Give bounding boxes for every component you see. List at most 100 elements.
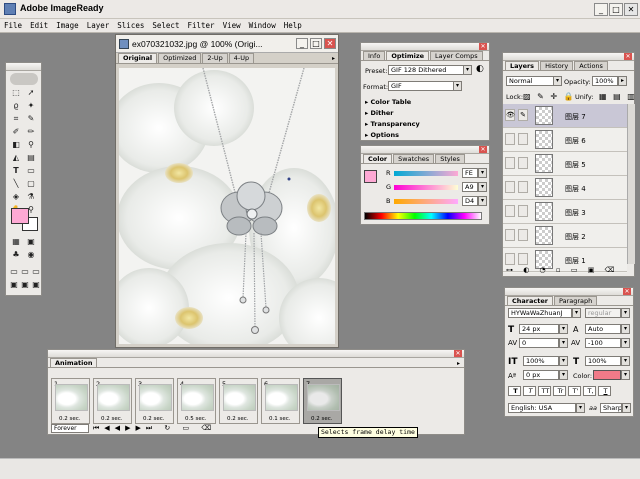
menu-layer[interactable]: Layer (87, 21, 110, 30)
section-dither[interactable]: ▸ Dither (365, 109, 394, 117)
rollover-preview-icon[interactable]: ♣ (10, 249, 22, 260)
layers-scrollbar[interactable] (627, 104, 635, 264)
link-box[interactable] (518, 253, 528, 265)
format-select[interactable]: GIF (388, 81, 454, 91)
character-panel-header[interactable]: ✕ (505, 288, 633, 296)
section-options[interactable]: ▸ Options (365, 131, 399, 139)
layer-row-6[interactable]: 图层 6 (503, 128, 627, 152)
text-color-swatch[interactable] (593, 370, 621, 380)
horizontal-scale-field[interactable]: 100% (585, 356, 621, 366)
menu-edit[interactable]: Edit (30, 21, 48, 30)
r-dropdown-icon[interactable]: ▾ (478, 168, 487, 178)
document-minimize-button[interactable]: _ (296, 38, 308, 49)
section-color-table[interactable]: ▸ Color Table (365, 98, 411, 106)
tab-styles[interactable]: Styles (435, 154, 465, 163)
faux-italic-button[interactable]: T (523, 386, 536, 396)
font-style-select[interactable]: regular (585, 308, 621, 318)
g-value[interactable]: A9 (462, 182, 478, 192)
layers-panel-header[interactable]: ✕ (503, 53, 634, 61)
toolbox-extra-icon[interactable]: ▣ (30, 279, 42, 290)
kerning-dropdown-icon[interactable]: ▾ (559, 338, 568, 348)
frame-3[interactable]: 30.2 sec. (135, 378, 174, 424)
b-value[interactable]: D4 (462, 196, 478, 206)
tab-info[interactable]: Info (363, 51, 386, 60)
maximize-button[interactable]: □ (609, 3, 623, 16)
tab-color[interactable]: Color (363, 154, 393, 163)
language-select[interactable]: English: USA (508, 403, 576, 413)
g-dropdown-icon[interactable]: ▾ (478, 182, 487, 192)
baseline-shift-dropdown-icon[interactable]: ▾ (559, 370, 568, 380)
all-caps-button[interactable]: TT (538, 386, 551, 396)
antialias-dropdown-icon[interactable]: ▾ (622, 403, 631, 413)
format-dropdown-icon[interactable]: ▾ (453, 81, 462, 91)
unify-icons[interactable]: ▦ ▤ ▥ (599, 92, 637, 101)
subscript-button[interactable]: T, (583, 386, 596, 396)
lasso-tool-icon[interactable]: ϱ (10, 100, 22, 111)
crop-tool-icon[interactable]: ⌗ (10, 113, 22, 124)
frame-delay[interactable]: 0.1 sec. (269, 416, 291, 422)
underline-button[interactable]: T (598, 386, 611, 396)
tab-paragraph[interactable]: Paragraph (553, 296, 598, 305)
marquee-tool-icon[interactable]: ⬚ (10, 87, 22, 98)
b-dropdown-icon[interactable]: ▾ (478, 196, 487, 206)
link-box[interactable] (518, 181, 528, 193)
tab-layer-comps[interactable]: Layer Comps (430, 51, 483, 60)
color-foreground-swatch[interactable] (364, 170, 377, 183)
tab-history[interactable]: History (540, 61, 574, 70)
frame-4[interactable]: 40.5 sec. (177, 378, 216, 424)
link-box[interactable] (518, 157, 528, 169)
rounded-rect-tool-icon[interactable]: ▢ (25, 178, 37, 189)
pencil-tool-icon[interactable]: ✏ (25, 126, 37, 137)
document-title-bar[interactable]: ex070321032.jpg @ 100% (Origi... _ □ ✕ (116, 35, 338, 53)
menu-help[interactable]: Help (284, 21, 302, 30)
r-value[interactable]: FE (462, 168, 478, 178)
lock-icons[interactable]: ▨ ✎ ✛ 🔒 (523, 92, 576, 101)
color-ramp[interactable] (364, 212, 482, 220)
minimize-button[interactable]: _ (594, 3, 608, 16)
font-family-select[interactable]: HYWaWaZhuanJ (508, 308, 572, 318)
close-button[interactable]: ✕ (624, 3, 638, 16)
opacity-field[interactable]: 100% (592, 76, 618, 86)
visibility-box[interactable] (505, 229, 515, 241)
screen-mode-full-icon[interactable]: ▭ (30, 266, 42, 277)
animation-menu-arrow-icon[interactable]: ▸ (457, 360, 460, 367)
tab-swatches[interactable]: Swatches (393, 154, 435, 163)
text-color-dropdown-icon[interactable]: ▾ (621, 370, 630, 380)
tab-optimized[interactable]: Optimized (158, 53, 202, 63)
eraser-tool-icon[interactable]: ◧ (10, 139, 22, 150)
link-box[interactable] (518, 229, 528, 241)
clone-stamp-tool-icon[interactable]: ⚲ (25, 139, 37, 150)
layer-row-5[interactable]: 图层 5 (503, 152, 627, 176)
document-close-button[interactable]: ✕ (324, 38, 336, 49)
eye-icon[interactable]: 👁 (505, 109, 515, 121)
visibility-box[interactable] (505, 253, 515, 265)
image-map-tool-icon[interactable]: ◈ (10, 191, 22, 202)
preview-in-browser-icon[interactable]: ◉ (25, 249, 37, 260)
frame-7[interactable]: 70.2 sec. (303, 378, 342, 424)
vertical-scale-dropdown-icon[interactable]: ▾ (559, 356, 568, 366)
blend-mode-select[interactable]: Normal (506, 76, 554, 86)
rectangle-tool-icon[interactable]: ▭ (25, 165, 37, 176)
frame-delay[interactable]: 0.2 sec. (143, 416, 165, 422)
menu-select[interactable]: Select (152, 21, 179, 30)
frame-1[interactable]: 10.2 sec. (51, 378, 90, 424)
opacity-dropdown-icon[interactable]: ▸ (618, 76, 627, 86)
foreground-color-fill[interactable] (11, 208, 29, 224)
tab-original[interactable]: Original (118, 53, 158, 63)
paint-bucket-tool-icon[interactable]: ◭ (10, 152, 22, 163)
frame-2[interactable]: 20.2 sec. (93, 378, 132, 424)
superscript-button[interactable]: T' (568, 386, 581, 396)
brush-link-icon[interactable]: ✎ (518, 109, 528, 121)
toggle-slices-icon[interactable]: ▦ (10, 236, 22, 247)
color-panel-header[interactable]: ✕ (361, 146, 489, 154)
preset-dropdown-icon[interactable]: ▾ (463, 65, 472, 75)
frame-delay[interactable]: 0.2 sec. (227, 416, 249, 422)
tab-layers[interactable]: Layers (505, 61, 540, 70)
eyedropper-tool-icon[interactable]: ⚗ (25, 191, 37, 202)
document-menu-arrow-icon[interactable]: ▸ (332, 55, 335, 62)
brush-tool-icon[interactable]: ✐ (10, 126, 22, 137)
leading-dropdown-icon[interactable]: ▾ (621, 324, 630, 334)
imageready-logo-icon[interactable] (10, 73, 38, 85)
leading-field[interactable]: Auto (585, 324, 621, 334)
menu-filter[interactable]: Filter (187, 21, 214, 30)
